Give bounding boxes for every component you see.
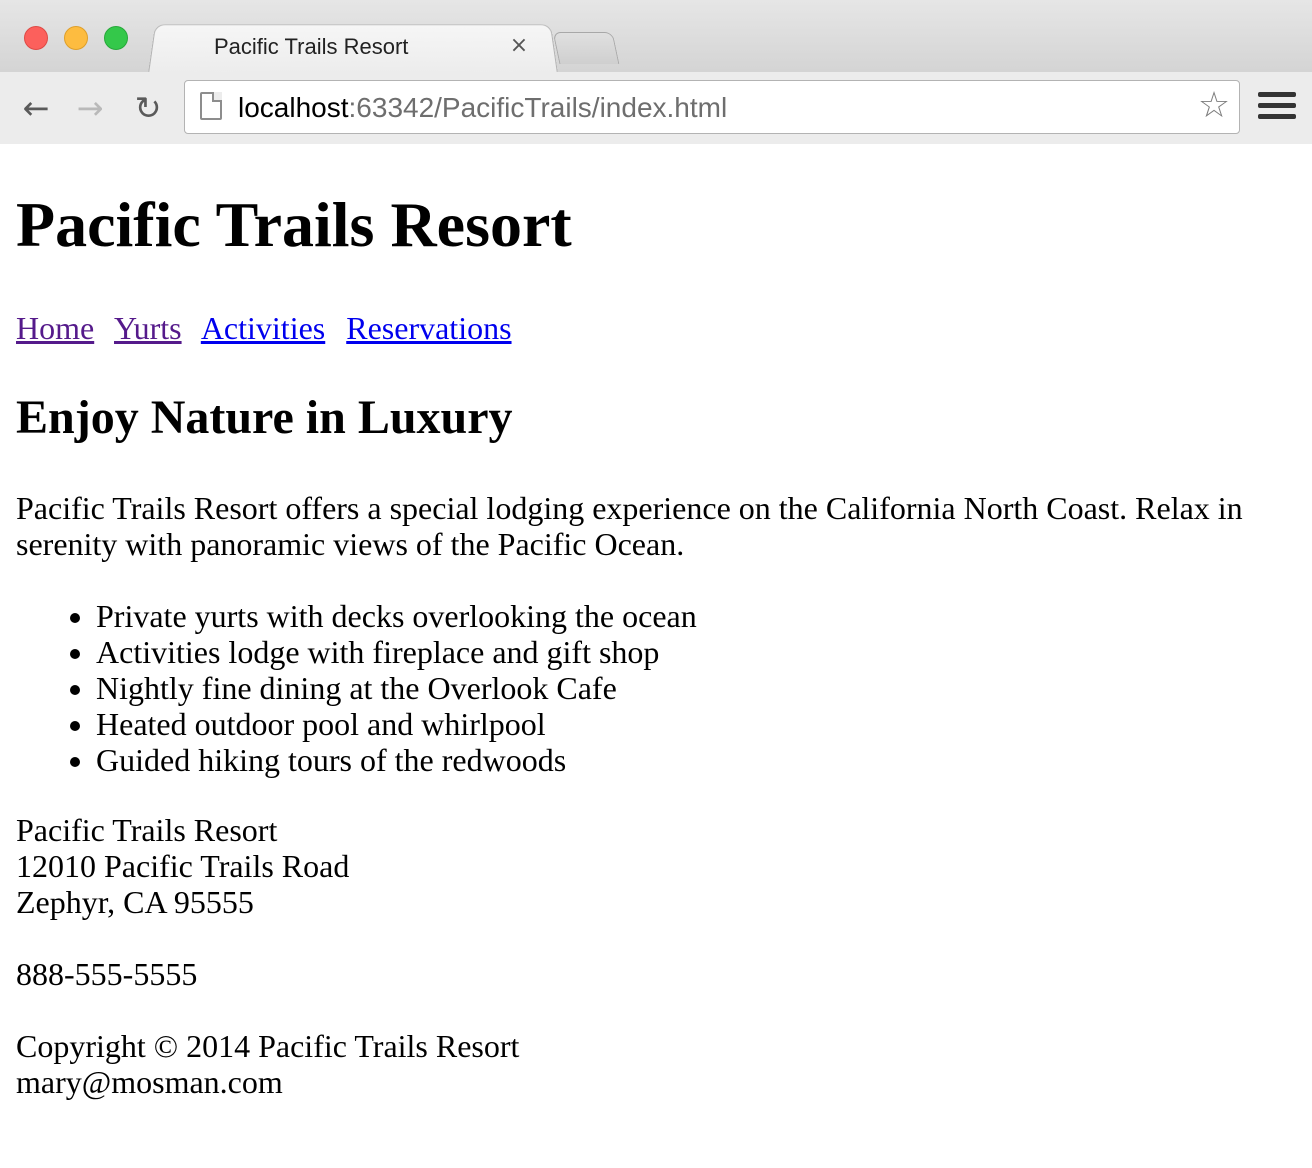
nav-link-yurts[interactable]: Yurts [114,310,182,346]
nav-link-home[interactable]: Home [16,310,94,346]
hamburger-menu-icon[interactable] [1258,92,1296,124]
nav-link-reservations[interactable]: Reservations [346,310,511,346]
tab-title: Pacific Trails Resort [214,34,409,59]
email-text: mary@mosman.com [16,1064,283,1100]
list-item: Nightly fine dining at the Overlook Cafe [96,670,1296,706]
address-name: Pacific Trails Resort [16,812,278,848]
new-tab-button[interactable] [552,32,620,64]
phone-number: 888-555-5555 [16,956,198,992]
browser-chrome: Pacific Trails Resort × ← → ↻ localhost:… [0,0,1312,144]
forward-arrow-icon[interactable]: → [70,88,110,128]
url-path: :63342/PacificTrails/index.html [348,92,728,123]
address-city: Zephyr, CA 95555 [16,884,254,920]
nav-link-activities[interactable]: Activities [201,310,325,346]
list-item: Guided hiking tours of the redwoods [96,742,1296,778]
address-block: Pacific Trails Resort 12010 Pacific Trai… [16,812,1296,920]
star-icon[interactable]: ☆ [1194,86,1234,126]
list-item: Private yurts with decks overlooking the… [96,598,1296,634]
footer: Copyright © 2014 Pacific Trails Resort m… [16,1028,1296,1100]
feature-list: Private yurts with decks overlooking the… [16,598,1296,778]
section-heading: Enjoy Nature in Luxury [16,391,513,444]
url-host: localhost [238,92,349,123]
list-item: Activities lodge with fireplace and gift… [96,634,1296,670]
close-window-button[interactable] [24,26,48,50]
tab-close-icon[interactable]: × [508,32,530,60]
list-item: Heated outdoor pool and whirlpool [96,706,1296,742]
url-text[interactable]: localhost:63342/PacificTrails/index.html [238,92,727,124]
copyright-text: Copyright © 2014 Pacific Trails Resort [16,1028,520,1064]
maximize-window-button[interactable] [104,26,128,50]
address-street: 12010 Pacific Trails Road [16,848,350,884]
page-icon [200,92,222,120]
page-title: Pacific Trails Resort [16,189,572,260]
site-nav: Home Yurts Activities Reservations [16,310,1296,346]
back-arrow-icon[interactable]: ← [16,88,56,128]
intro-paragraph: Pacific Trails Resort offers a special l… [16,490,1243,562]
reload-icon[interactable]: ↻ [128,88,168,128]
minimize-window-button[interactable] [64,26,88,50]
page-content: Pacific Trails Resort Home Yurts Activit… [16,144,1296,1100]
